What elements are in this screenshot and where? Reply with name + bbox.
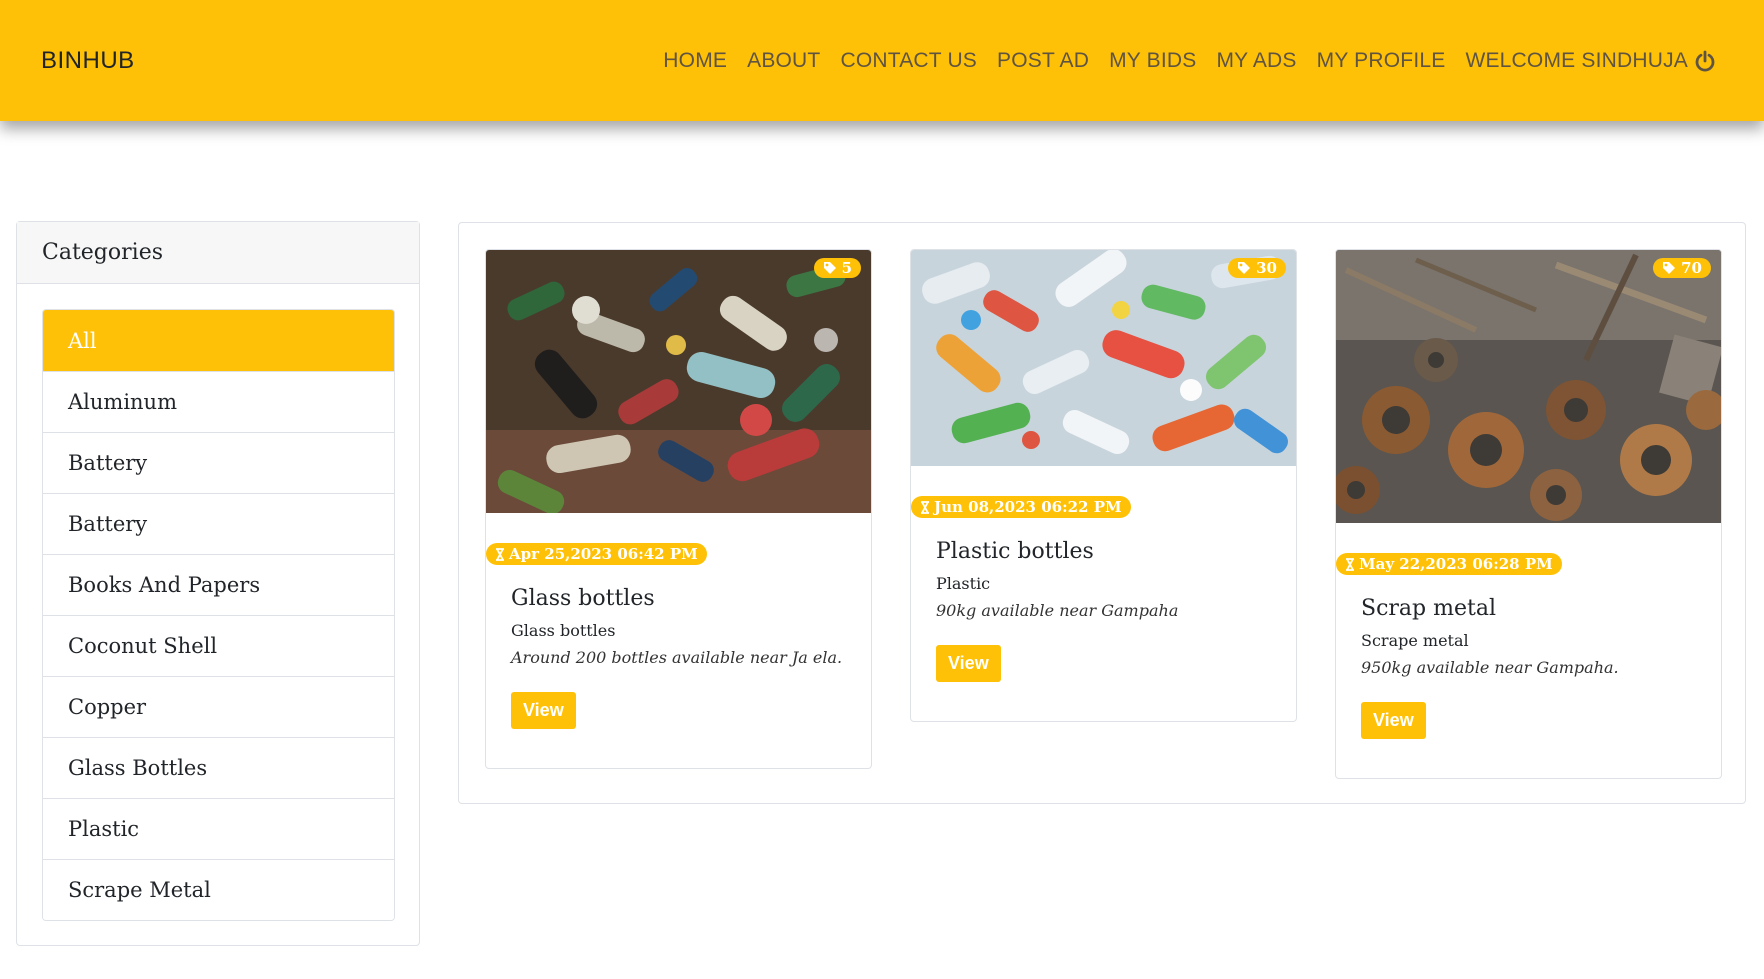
brand-logo[interactable]: BINHUB <box>41 47 135 75</box>
category-coconut-shell[interactable]: Coconut Shell <box>43 615 394 676</box>
tag-count-badge: 5 <box>813 258 861 278</box>
card-body: Apr 25,2023 06:42 PM Glass bottles Glass… <box>486 513 871 729</box>
nav-post-ad[interactable]: POST AD <box>997 49 1089 73</box>
category-aluminum[interactable]: Aluminum <box>43 371 394 432</box>
hourglass-icon <box>1346 557 1354 571</box>
scrap-metal-photo <box>1336 250 1721 523</box>
categories-header: Categories <box>17 222 419 284</box>
tag-icon <box>823 262 836 274</box>
nav-welcome[interactable]: WELCOME SINDHUJA <box>1465 49 1716 73</box>
categories-list: All Aluminum Battery Battery Books And P… <box>42 309 395 921</box>
listing-description: 90kg available near Gampaha <box>936 601 1179 620</box>
plastic-bottles-photo <box>911 250 1296 466</box>
power-icon[interactable] <box>1694 50 1716 72</box>
view-button[interactable]: View <box>936 645 1001 682</box>
listing-image[interactable]: 70 <box>1336 250 1721 523</box>
listing-description: 950kg available near Gampaha. <box>1361 658 1619 677</box>
tag-count: 30 <box>1256 259 1277 277</box>
date-badge: Jun 08,2023 06:22 PM <box>911 496 1131 518</box>
navbar: BINHUB HOME ABOUT CONTACT US POST AD MY … <box>0 0 1764 121</box>
listing-category: Glass bottles <box>511 621 616 640</box>
welcome-text: WELCOME SINDHUJA <box>1465 48 1688 72</box>
listing-image[interactable]: 5 <box>486 250 871 513</box>
tag-count: 5 <box>841 259 852 277</box>
listing-date: Jun 08,2023 06:22 PM <box>934 498 1122 516</box>
tag-count: 70 <box>1681 259 1702 277</box>
category-books-and-papers[interactable]: Books And Papers <box>43 554 394 615</box>
tag-count-badge: 70 <box>1653 258 1711 278</box>
listing-card: 30 Jun 08,2023 06:22 PM Plastic bottles … <box>910 249 1297 722</box>
category-scrape-metal[interactable]: Scrape Metal <box>43 859 394 920</box>
view-button[interactable]: View <box>1361 702 1426 739</box>
nav-links: HOME ABOUT CONTACT US POST AD MY BIDS MY… <box>663 49 1716 73</box>
listing-title: Glass bottles <box>511 586 655 611</box>
listing-category: Plastic <box>936 574 991 593</box>
category-battery-2[interactable]: Battery <box>43 493 394 554</box>
nav-about[interactable]: ABOUT <box>747 49 820 73</box>
date-badge: Apr 25,2023 06:42 PM <box>486 543 707 565</box>
tag-count-badge: 30 <box>1228 258 1286 278</box>
nav-my-ads[interactable]: MY ADS <box>1216 49 1296 73</box>
nav-my-profile[interactable]: MY PROFILE <box>1317 49 1446 73</box>
listing-title: Plastic bottles <box>936 539 1094 564</box>
category-plastic[interactable]: Plastic <box>43 798 394 859</box>
listing-card: 70 May 22,2023 06:28 PM Scrap metal Scra… <box>1335 249 1722 779</box>
listing-date: Apr 25,2023 06:42 PM <box>509 545 698 563</box>
tag-icon <box>1238 262 1251 274</box>
date-badge: May 22,2023 06:28 PM <box>1336 553 1562 575</box>
listing-category: Scrape metal <box>1361 631 1469 650</box>
nav-contact-us[interactable]: CONTACT US <box>840 49 977 73</box>
listings-panel: 5 Apr 25,2023 06:42 PM Glass bottles Gla… <box>458 222 1746 804</box>
category-all[interactable]: All <box>43 310 394 371</box>
card-body: May 22,2023 06:28 PM Scrap metal Scrape … <box>1336 523 1721 739</box>
listing-date: May 22,2023 06:28 PM <box>1359 555 1553 573</box>
categories-panel: Categories All Aluminum Battery Battery … <box>16 221 420 946</box>
listing-card: 5 Apr 25,2023 06:42 PM Glass bottles Gla… <box>485 249 872 769</box>
listing-image[interactable]: 30 <box>911 250 1296 466</box>
listing-description: Around 200 bottles available near Ja ela… <box>511 648 843 667</box>
hourglass-icon <box>496 547 504 561</box>
nav-my-bids[interactable]: MY BIDS <box>1109 49 1196 73</box>
category-battery[interactable]: Battery <box>43 432 394 493</box>
view-button[interactable]: View <box>511 692 576 729</box>
category-copper[interactable]: Copper <box>43 676 394 737</box>
glass-bottles-photo <box>486 250 871 513</box>
tag-icon <box>1663 262 1676 274</box>
card-body: Jun 08,2023 06:22 PM Plastic bottles Pla… <box>911 466 1296 682</box>
hourglass-icon <box>921 500 929 514</box>
nav-home[interactable]: HOME <box>663 49 727 73</box>
category-glass-bottles[interactable]: Glass Bottles <box>43 737 394 798</box>
listing-title: Scrap metal <box>1361 596 1496 621</box>
